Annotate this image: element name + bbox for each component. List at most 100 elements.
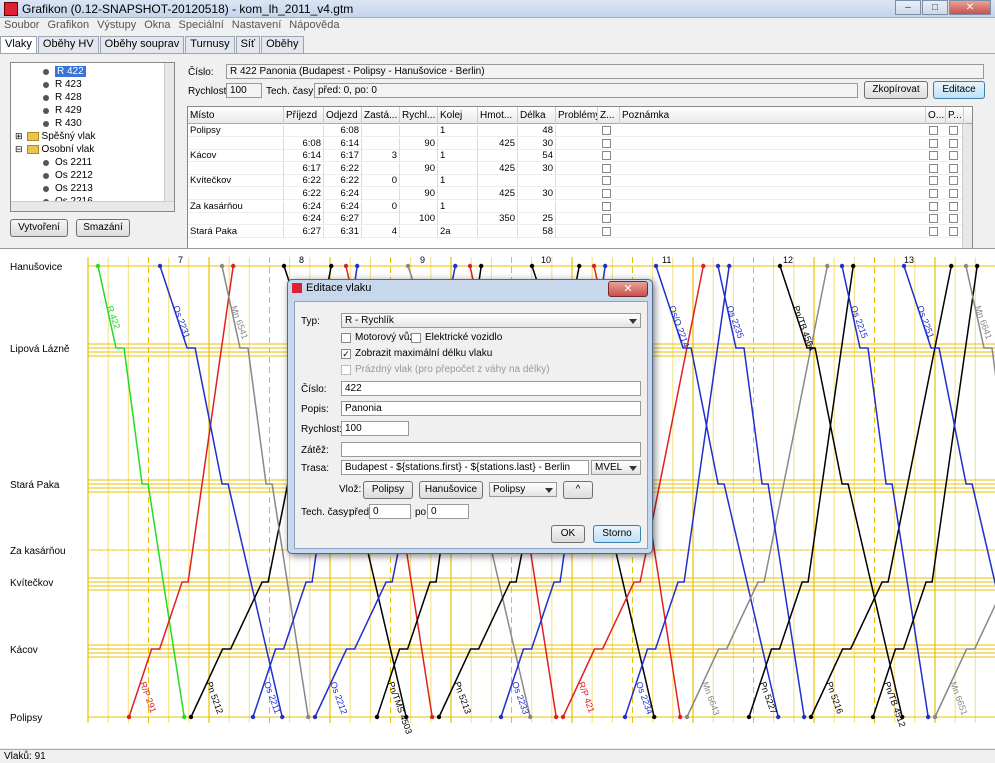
tab-obehy-hv[interactable]: Oběhy HV [37, 36, 99, 53]
column-header[interactable]: Odjezd [324, 107, 362, 124]
tree-item[interactable]: R 429 [43, 104, 82, 117]
column-header[interactable]: Rychl... [400, 107, 438, 124]
number-input[interactable]: 422 [341, 381, 641, 396]
after-input[interactable]: 0 [427, 504, 469, 519]
menu-specialni[interactable]: Speciální [175, 18, 228, 34]
row-checkbox[interactable] [929, 163, 938, 173]
insert-polipsy-button[interactable]: Polipsy [363, 481, 413, 499]
row-checkbox[interactable] [602, 138, 611, 148]
load-input[interactable] [341, 442, 641, 457]
menu-napoveda[interactable]: Nápověda [285, 18, 343, 34]
row-checkbox[interactable] [949, 163, 958, 173]
row-checkbox[interactable] [929, 126, 938, 135]
create-train-button[interactable]: Vytvoření [10, 219, 68, 237]
row-checkbox[interactable] [949, 189, 958, 198]
table-row[interactable]: 6:22 6:24 90 425 30 [188, 188, 972, 200]
speed-input[interactable]: 100 [341, 421, 409, 436]
table-row[interactable]: 6:17 6:22 90 425 30 [188, 162, 972, 175]
column-header[interactable]: Poznámka [620, 107, 926, 124]
tree-item[interactable]: R 428 [43, 91, 82, 104]
row-checkbox[interactable] [602, 176, 611, 186]
before-input[interactable]: 0 [369, 504, 411, 519]
column-header[interactable]: Příjezd [284, 107, 324, 124]
column-header[interactable]: Místo [188, 107, 284, 124]
tab-vlaky[interactable]: Vlaky [0, 36, 37, 54]
row-checkbox[interactable] [929, 189, 938, 198]
row-checkbox[interactable] [949, 201, 958, 211]
tree-horizontal-scrollbar[interactable] [11, 201, 174, 211]
row-checkbox[interactable] [949, 126, 958, 135]
column-header[interactable]: P... [946, 107, 964, 124]
row-checkbox[interactable] [602, 126, 611, 135]
row-checkbox[interactable] [929, 151, 938, 161]
tree-item[interactable]: Os 2213 [43, 182, 93, 195]
table-row[interactable]: 6:08 6:14 90 425 30 [188, 137, 972, 150]
expand-icon[interactable]: ⊞ [15, 131, 23, 142]
row-checkbox[interactable] [602, 189, 611, 198]
row-checkbox[interactable] [929, 138, 938, 148]
tree-group[interactable]: ⊟ Osobní vlak [15, 143, 94, 156]
tree-group[interactable]: ⊞ Spěšný vlak [15, 130, 95, 143]
dialog-close-button[interactable]: ✕ [608, 281, 648, 297]
motor-car-checkbox[interactable] [341, 333, 351, 343]
row-checkbox[interactable] [949, 214, 958, 224]
table-row[interactable]: Kácov 6:14 6:17 3 1 54 [188, 150, 972, 163]
column-header[interactable]: Z... [598, 107, 620, 124]
row-checkbox[interactable] [602, 214, 611, 224]
row-checkbox[interactable] [602, 201, 611, 211]
tree-item[interactable]: R 423 [43, 78, 82, 91]
cancel-button[interactable]: Storno [593, 525, 641, 543]
column-header[interactable]: Kolej [438, 107, 478, 124]
menu-grafikon[interactable]: Grafikon [43, 18, 93, 34]
row-checkbox[interactable] [949, 151, 958, 161]
type-select[interactable]: R - Rychlík [341, 313, 641, 328]
table-row[interactable]: 6:24 6:27 100 350 25 [188, 213, 972, 226]
row-checkbox[interactable] [949, 176, 958, 186]
close-button[interactable]: ✕ [949, 0, 991, 15]
tree-item[interactable]: Os 2212 [43, 169, 93, 182]
menu-soubor[interactable]: Soubor [0, 18, 43, 34]
column-header[interactable]: O... [926, 107, 946, 124]
edit-button[interactable]: Editace [933, 81, 985, 99]
electric-vehicle-checkbox[interactable] [411, 333, 421, 343]
tree-vertical-scrollbar[interactable] [164, 63, 174, 203]
maximize-button[interactable]: □ [922, 0, 948, 15]
insert-station-select[interactable]: Polipsy [489, 482, 557, 497]
table-row[interactable]: Za kasárňou 6:24 6:24 0 1 [188, 200, 972, 213]
delete-train-button[interactable]: Smazání [76, 219, 130, 237]
table-row[interactable]: Stará Paka 6:27 6:31 4 2a 58 [188, 225, 972, 238]
tab-sit[interactable]: Síť [235, 36, 261, 53]
copy-button[interactable]: Zkopírovat [864, 81, 928, 99]
row-checkbox[interactable] [949, 138, 958, 148]
row-checkbox[interactable] [929, 226, 938, 236]
collapse-icon[interactable]: ⊟ [15, 144, 23, 155]
row-checkbox[interactable] [949, 226, 958, 236]
train-tree[interactable]: R 422 R 423 R 428 R 429 R 430 ⊞ Spěšný vl… [10, 62, 175, 212]
tree-item[interactable]: R 422 [43, 65, 86, 78]
tree-item[interactable]: R 430 [43, 117, 82, 130]
table-row[interactable]: Polipsy 6:08 1 48 [188, 125, 972, 137]
row-checkbox[interactable] [929, 214, 938, 224]
row-checkbox[interactable] [602, 226, 611, 236]
column-header[interactable]: Délka [518, 107, 556, 124]
empty-train-checkbox[interactable] [341, 365, 351, 375]
ok-button[interactable]: OK [551, 525, 585, 543]
menu-okna[interactable]: Okna [140, 18, 174, 34]
insert-caret-button[interactable]: ^ [563, 481, 593, 499]
row-checkbox[interactable] [602, 163, 611, 173]
route-mode-select[interactable]: MVEL [591, 460, 641, 475]
tab-obehy-souprav[interactable]: Oběhy souprav [99, 36, 185, 53]
tab-obehy[interactable]: Oběhy [261, 36, 304, 53]
column-header[interactable]: Hmot... [478, 107, 518, 124]
table-row[interactable]: Kvítečkov 6:22 6:22 0 1 [188, 175, 972, 188]
description-input[interactable]: Panonia [341, 401, 641, 416]
menu-nastaveni[interactable]: Nastavení [228, 18, 286, 34]
tree-item[interactable]: Os 2211 [43, 156, 92, 169]
insert-hanusovice-button[interactable]: Hanušovice [419, 481, 483, 499]
column-header[interactable]: Problémy [556, 107, 598, 124]
route-input[interactable]: Budapest - ${stations.first} - ${station… [341, 460, 589, 475]
column-header[interactable]: Zastá... [362, 107, 400, 124]
menu-vystupy[interactable]: Výstupy [93, 18, 140, 34]
row-checkbox[interactable] [602, 151, 611, 161]
row-checkbox[interactable] [929, 176, 938, 186]
